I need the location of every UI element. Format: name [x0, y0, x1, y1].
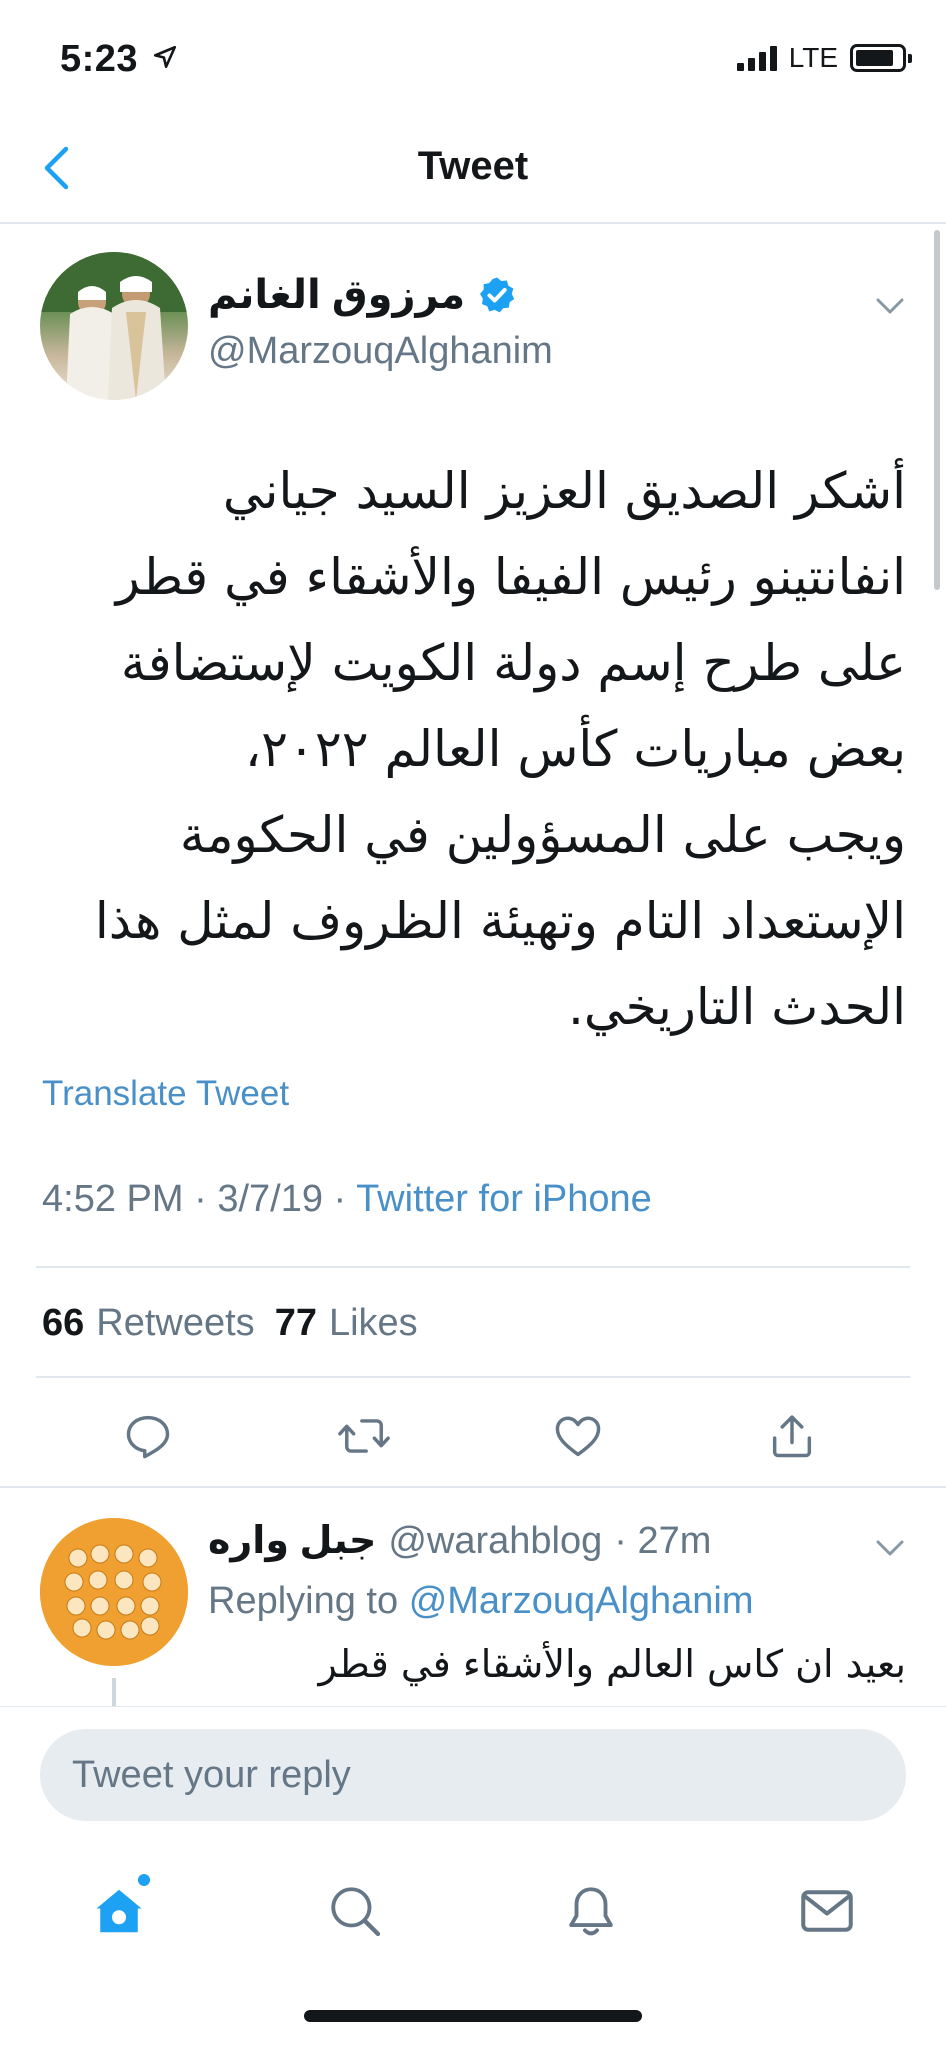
replying-to-link[interactable]: @MarzouqAlghanim	[409, 1580, 754, 1622]
home-indicator[interactable]	[304, 2010, 642, 2022]
tab-home[interactable]	[84, 1874, 154, 1946]
tweet-stats: 66 Retweets 77 Likes	[42, 1302, 418, 1345]
likes-count: 77	[274, 1302, 317, 1344]
tab-bar	[0, 1836, 946, 1996]
author-name[interactable]: مرزوق الغانم	[208, 272, 465, 318]
tweet-text-line: انفانتينو رئيس الفيفا والأشقاء في قطر	[115, 548, 906, 606]
retweet-button[interactable]	[334, 1406, 394, 1466]
chevron-down-icon[interactable]	[870, 286, 910, 326]
search-icon	[331, 1887, 381, 1937]
tweet-text-line: الحدث التاريخي.	[568, 978, 906, 1036]
tweet-date: 3/7/19	[217, 1178, 323, 1220]
tweet-text-line: على طرح إسم دولة الكويت لإستضافة	[120, 634, 906, 692]
bell-icon	[569, 1887, 613, 1936]
tab-notifications[interactable]	[556, 1876, 626, 1946]
translate-tweet-link[interactable]: Translate Tweet	[42, 1074, 289, 1114]
share-icon	[772, 1415, 812, 1458]
meta-separator: ·	[322, 1178, 357, 1220]
tweet-text: أشكر الصديق العزيز السيد جياني انفانتينو…	[90, 448, 906, 1050]
retweet-icon	[338, 1419, 390, 1453]
author-handle[interactable]: @MarzouqAlghanim	[208, 330, 553, 373]
share-button[interactable]	[762, 1406, 822, 1466]
mail-icon	[801, 1890, 853, 1932]
network-type: LTE	[788, 42, 838, 73]
reply-input[interactable]	[40, 1729, 906, 1821]
reply-text: بعيد ان كاس العالم والأشقاء في قطر	[318, 1642, 906, 1686]
tweet-text-line: ويجب على المسؤولين في الحكومة	[179, 806, 906, 864]
tweet-text-line: بعض مباريات كأس العالم ٢٠٢٢،	[245, 720, 906, 778]
reply-bubble-icon	[126, 1415, 170, 1459]
status-indicators: LTE	[736, 42, 912, 74]
replying-to-prefix: Replying to	[208, 1580, 399, 1622]
reply-author-handle[interactable]: @warahblog	[388, 1520, 602, 1563]
reply-button[interactable]	[118, 1406, 178, 1466]
retweets-label: Retweets	[96, 1302, 255, 1344]
retweets-stat[interactable]: 66 Retweets	[42, 1302, 255, 1345]
avatar-photo	[40, 252, 188, 400]
replying-to: Replying to @MarzouqAlghanim	[208, 1580, 754, 1623]
tweet-actions	[0, 1406, 946, 1478]
tab-messages[interactable]	[792, 1876, 862, 1946]
reply-avatar-collage	[40, 1518, 188, 1666]
chevron-down-icon[interactable]	[870, 1528, 910, 1568]
battery-icon	[850, 44, 912, 72]
tab-search[interactable]	[320, 1876, 390, 1946]
status-bar: 5:23 LTE	[0, 0, 946, 118]
verified-badge-icon	[480, 277, 515, 313]
likes-label: Likes	[328, 1302, 418, 1344]
reply-avatar[interactable]	[40, 1518, 188, 1666]
status-time: 5:23	[60, 38, 139, 80]
signal-bars-icon	[736, 45, 777, 71]
new-content-dot	[138, 1874, 150, 1886]
page-title: Tweet	[417, 144, 529, 188]
meta-separator: ·	[183, 1178, 218, 1220]
tweet-text-line: أشكر الصديق العزيز السيد جياني	[222, 462, 906, 520]
reply-author-name[interactable]: جبل واره	[208, 1518, 376, 1563]
tweet-time: 4:52 PM	[42, 1178, 184, 1220]
reply-time: · 27m	[614, 1520, 712, 1562]
avatar[interactable]	[40, 252, 188, 400]
tweet-text-line: الإستعداد التام وتهيئة الظروف لمثل هذا	[94, 892, 906, 950]
retweets-count: 66	[42, 1302, 85, 1344]
divider	[36, 1376, 910, 1378]
tweet-source-link[interactable]: Twitter for iPhone	[356, 1178, 652, 1220]
location-arrow-icon	[153, 45, 177, 69]
heart-icon	[555, 1416, 601, 1457]
nav-header: Tweet	[0, 118, 946, 224]
reply-header: جبل واره @warahblog · 27m	[208, 1518, 711, 1563]
home-icon	[96, 1889, 142, 1933]
main-tweet: مرزوق الغانم @MarzouqAlghanim أشكر الصدي…	[0, 226, 946, 1488]
author-name-row: مرزوق الغانم	[208, 272, 517, 318]
like-button[interactable]	[548, 1406, 608, 1466]
thread-line	[112, 1678, 116, 1708]
likes-stat[interactable]: 77 Likes	[275, 1302, 418, 1345]
reply-composer	[0, 1706, 946, 1836]
tweet-meta: 4:52 PM · 3/7/19 · Twitter for iPhone	[42, 1178, 652, 1221]
reply-tweet[interactable]: جبل واره @warahblog · 27m Replying to @M…	[0, 1488, 946, 1708]
divider	[36, 1266, 910, 1268]
